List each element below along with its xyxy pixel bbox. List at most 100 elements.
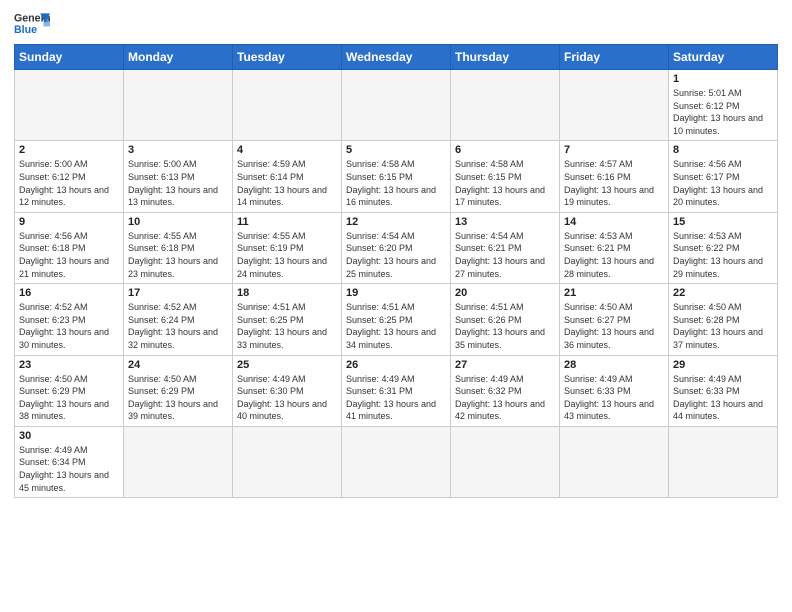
day-number: 10 xyxy=(128,216,228,228)
calendar-week-0: 1 Sunrise: 5:01 AM Sunset: 6:12 PM Daylig… xyxy=(15,70,778,141)
day-number: 1 xyxy=(673,73,773,85)
day-number: 8 xyxy=(673,144,773,156)
calendar-cell: 1 Sunrise: 5:01 AM Sunset: 6:12 PM Daylig… xyxy=(669,70,778,141)
calendar-cell: 18 Sunrise: 4:51 AM Sunset: 6:25 PM Dayli… xyxy=(233,284,342,355)
day-info: Sunrise: 4:50 AM Sunset: 6:29 PM Dayligh… xyxy=(19,373,119,423)
calendar-cell: 25Sunrise: 4:49 AM Sunset: 6:30 PM Dayli… xyxy=(233,355,342,426)
day-number: 4 xyxy=(237,144,337,156)
calendar-cell: 22Sunrise: 4:50 AM Sunset: 6:28 PM Dayli… xyxy=(669,284,778,355)
calendar-cell xyxy=(451,70,560,141)
day-info: Sunrise: 4:56 AM Sunset: 6:17 PM Dayligh… xyxy=(673,158,773,208)
day-number: 12 xyxy=(346,216,446,228)
calendar-cell xyxy=(451,426,560,497)
day-info: Sunrise: 4:49 AM Sunset: 6:33 PM Dayligh… xyxy=(564,373,664,423)
day-number: 5 xyxy=(346,144,446,156)
day-number: 13 xyxy=(455,216,555,228)
day-number: 27 xyxy=(455,359,555,371)
day-number: 11 xyxy=(237,216,337,228)
calendar-cell: 13 Sunrise: 4:54 AM Sunset: 6:21 PM Dayli… xyxy=(451,212,560,283)
day-number: 18 xyxy=(237,287,337,299)
day-info: Sunrise: 4:50 AM Sunset: 6:27 PM Dayligh… xyxy=(564,301,664,351)
day-info: Sunrise: 4:55 AM Sunset: 6:18 PM Dayligh… xyxy=(128,230,228,280)
calendar-cell: 10 Sunrise: 4:55 AM Sunset: 6:18 PM Dayli… xyxy=(124,212,233,283)
day-info: Sunrise: 4:53 AM Sunset: 6:22 PM Dayligh… xyxy=(673,230,773,280)
calendar-table: SundayMondayTuesdayWednesdayThursdayFrid… xyxy=(14,44,778,498)
weekday-tuesday: Tuesday xyxy=(233,45,342,70)
day-info: Sunrise: 4:58 AM Sunset: 6:15 PM Dayligh… xyxy=(455,158,555,208)
calendar-cell xyxy=(560,426,669,497)
day-info: Sunrise: 4:51 AM Sunset: 6:25 PM Dayligh… xyxy=(346,301,446,351)
calendar-week-1: 2 Sunrise: 5:00 AM Sunset: 6:12 PM Daylig… xyxy=(15,141,778,212)
day-number: 26 xyxy=(346,359,446,371)
calendar-cell xyxy=(342,426,451,497)
calendar-cell xyxy=(669,426,778,497)
calendar-cell: 21 Sunrise: 4:50 AM Sunset: 6:27 PM Dayli… xyxy=(560,284,669,355)
logo: General Blue xyxy=(14,10,50,38)
calendar-cell xyxy=(124,70,233,141)
weekday-sunday: Sunday xyxy=(15,45,124,70)
day-info: Sunrise: 4:49 AM Sunset: 6:30 PM Dayligh… xyxy=(237,373,337,423)
day-number: 7 xyxy=(564,144,664,156)
calendar-cell xyxy=(560,70,669,141)
calendar-cell: 2 Sunrise: 5:00 AM Sunset: 6:12 PM Daylig… xyxy=(15,141,124,212)
day-number: 23 xyxy=(19,359,119,371)
calendar-cell: 14 Sunrise: 4:53 AM Sunset: 6:21 PM Dayli… xyxy=(560,212,669,283)
day-info: Sunrise: 4:49 AM Sunset: 6:32 PM Dayligh… xyxy=(455,373,555,423)
day-number: 14 xyxy=(564,216,664,228)
calendar-cell xyxy=(233,426,342,497)
day-info: Sunrise: 4:51 AM Sunset: 6:25 PM Dayligh… xyxy=(237,301,337,351)
calendar-cell xyxy=(15,70,124,141)
svg-text:Blue: Blue xyxy=(14,24,37,36)
weekday-saturday: Saturday xyxy=(669,45,778,70)
weekday-monday: Monday xyxy=(124,45,233,70)
header: General Blue xyxy=(14,10,778,38)
calendar-cell: 24Sunrise: 4:50 AM Sunset: 6:29 PM Dayli… xyxy=(124,355,233,426)
calendar-cell: 4 Sunrise: 4:59 AM Sunset: 6:14 PM Daylig… xyxy=(233,141,342,212)
calendar-cell: 28 Sunrise: 4:49 AM Sunset: 6:33 PM Dayli… xyxy=(560,355,669,426)
calendar-cell: 26 Sunrise: 4:49 AM Sunset: 6:31 PM Dayli… xyxy=(342,355,451,426)
day-info: Sunrise: 4:59 AM Sunset: 6:14 PM Dayligh… xyxy=(237,158,337,208)
page: General Blue SundayMondayTuesdayWednesda… xyxy=(0,0,792,612)
day-number: 28 xyxy=(564,359,664,371)
calendar-cell: 8 Sunrise: 4:56 AM Sunset: 6:17 PM Daylig… xyxy=(669,141,778,212)
calendar-cell: 6 Sunrise: 4:58 AM Sunset: 6:15 PM Daylig… xyxy=(451,141,560,212)
day-info: Sunrise: 5:00 AM Sunset: 6:13 PM Dayligh… xyxy=(128,158,228,208)
calendar-cell: 15Sunrise: 4:53 AM Sunset: 6:22 PM Dayli… xyxy=(669,212,778,283)
calendar-cell: 9Sunrise: 4:56 AM Sunset: 6:18 PM Daylig… xyxy=(15,212,124,283)
calendar-cell: 5 Sunrise: 4:58 AM Sunset: 6:15 PM Daylig… xyxy=(342,141,451,212)
day-info: Sunrise: 4:54 AM Sunset: 6:20 PM Dayligh… xyxy=(346,230,446,280)
calendar-cell: 16 Sunrise: 4:52 AM Sunset: 6:23 PM Dayli… xyxy=(15,284,124,355)
day-info: Sunrise: 4:49 AM Sunset: 6:31 PM Dayligh… xyxy=(346,373,446,423)
day-info: Sunrise: 4:54 AM Sunset: 6:21 PM Dayligh… xyxy=(455,230,555,280)
calendar-cell: 17Sunrise: 4:52 AM Sunset: 6:24 PM Dayli… xyxy=(124,284,233,355)
day-info: Sunrise: 4:49 AM Sunset: 6:33 PM Dayligh… xyxy=(673,373,773,423)
calendar-cell: 23 Sunrise: 4:50 AM Sunset: 6:29 PM Dayli… xyxy=(15,355,124,426)
calendar-cell xyxy=(124,426,233,497)
day-number: 3 xyxy=(128,144,228,156)
calendar-week-2: 9Sunrise: 4:56 AM Sunset: 6:18 PM Daylig… xyxy=(15,212,778,283)
calendar-cell: 3 Sunrise: 5:00 AM Sunset: 6:13 PM Daylig… xyxy=(124,141,233,212)
day-info: Sunrise: 4:58 AM Sunset: 6:15 PM Dayligh… xyxy=(346,158,446,208)
calendar-week-5: 30Sunrise: 4:49 AM Sunset: 6:34 PM Dayli… xyxy=(15,426,778,497)
day-number: 17 xyxy=(128,287,228,299)
weekday-header-row: SundayMondayTuesdayWednesdayThursdayFrid… xyxy=(15,45,778,70)
day-number: 21 xyxy=(564,287,664,299)
day-info: Sunrise: 4:52 AM Sunset: 6:23 PM Dayligh… xyxy=(19,301,119,351)
day-number: 6 xyxy=(455,144,555,156)
day-number: 2 xyxy=(19,144,119,156)
day-info: Sunrise: 5:01 AM Sunset: 6:12 PM Dayligh… xyxy=(673,87,773,137)
day-number: 16 xyxy=(19,287,119,299)
calendar-week-3: 16 Sunrise: 4:52 AM Sunset: 6:23 PM Dayli… xyxy=(15,284,778,355)
day-info: Sunrise: 4:51 AM Sunset: 6:26 PM Dayligh… xyxy=(455,301,555,351)
weekday-wednesday: Wednesday xyxy=(342,45,451,70)
calendar-cell xyxy=(342,70,451,141)
calendar-cell: 27 Sunrise: 4:49 AM Sunset: 6:32 PM Dayli… xyxy=(451,355,560,426)
weekday-thursday: Thursday xyxy=(451,45,560,70)
day-number: 20 xyxy=(455,287,555,299)
calendar-cell xyxy=(233,70,342,141)
generalblue-logo-icon: General Blue xyxy=(14,10,50,38)
calendar-cell: 11Sunrise: 4:55 AM Sunset: 6:19 PM Dayli… xyxy=(233,212,342,283)
day-info: Sunrise: 4:50 AM Sunset: 6:28 PM Dayligh… xyxy=(673,301,773,351)
day-info: Sunrise: 5:00 AM Sunset: 6:12 PM Dayligh… xyxy=(19,158,119,208)
day-info: Sunrise: 4:53 AM Sunset: 6:21 PM Dayligh… xyxy=(564,230,664,280)
